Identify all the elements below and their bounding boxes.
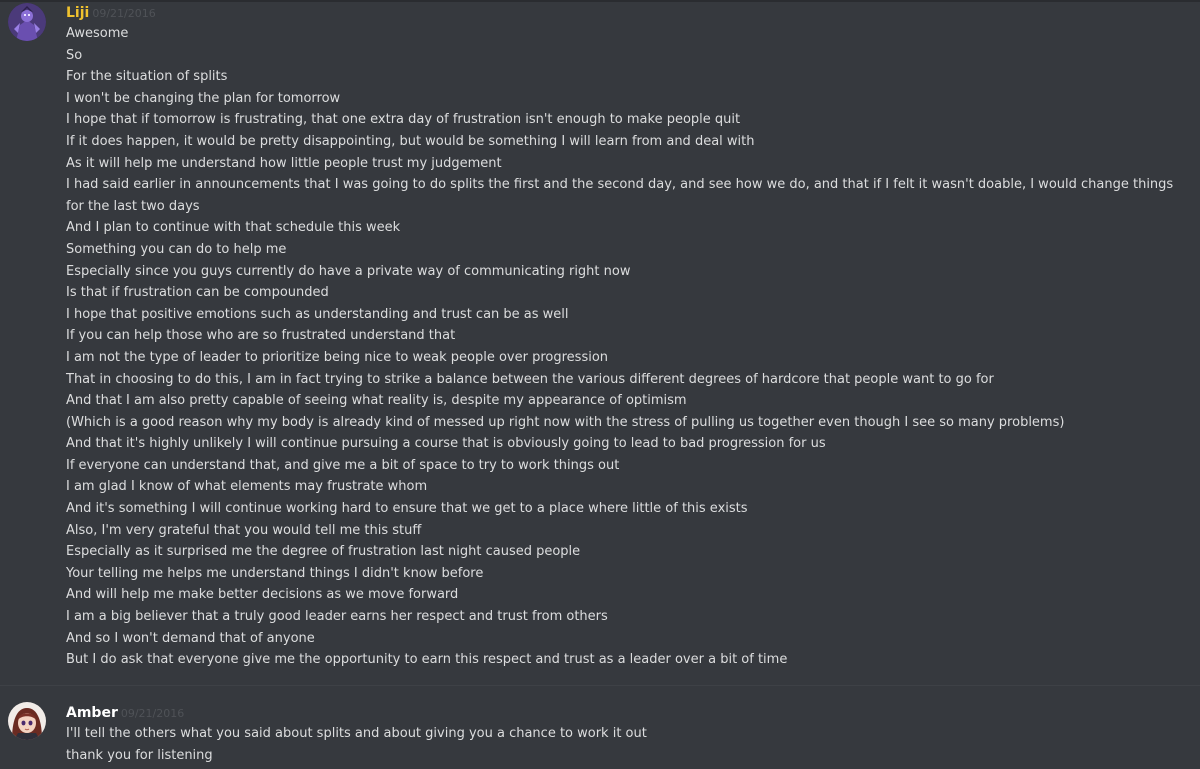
- message-lines: Awesome So For the situation of splits I wo…: [66, 23, 1186, 671]
- message-line: And that I am also pretty capable of see…: [66, 393, 687, 409]
- message-line: I hope that positive emotions such as un…: [66, 306, 569, 322]
- timestamp: 09/21/2016: [120, 707, 185, 720]
- message-line: Your telling me helps me understand thin…: [66, 565, 484, 581]
- message-line: I won't be changing the plan for tomorro…: [66, 90, 341, 106]
- message-line: I hope that if tomorrow is frustrating, …: [66, 112, 741, 128]
- message-line: So: [66, 47, 83, 63]
- message-line: And so I won't demand that of anyone: [66, 630, 315, 646]
- message-line: Especially as it surprised me the degree…: [66, 544, 581, 560]
- message-line: Also, I'm very grateful that you would t…: [66, 522, 422, 538]
- username-liji[interactable]: Liji: [66, 5, 89, 21]
- message-line: (Which is a good reason why my body is a…: [66, 414, 1065, 430]
- message-header: Liji 09/21/2016: [66, 2, 156, 22]
- message-divider: [0, 685, 1200, 686]
- message-line: For the situation of splits: [66, 69, 228, 85]
- message-line: I am not the type of leader to prioritiz…: [66, 349, 609, 365]
- message-line: And that it's highly unlikely I will con…: [66, 436, 826, 452]
- message-line: If you can help those who are so frustra…: [66, 328, 456, 344]
- message-line: And will help me make better decisions a…: [66, 587, 459, 603]
- message-line: And I plan to continue with that schedul…: [66, 220, 401, 236]
- message-lines: I'll tell the others what you said about…: [66, 723, 1186, 766]
- message-header: Amber 09/21/2016: [66, 702, 184, 722]
- message-line: I had said earlier in announcements that…: [66, 177, 1174, 214]
- message-line: Especially since you guys currently do h…: [66, 263, 631, 279]
- username-amber[interactable]: Amber: [66, 705, 118, 721]
- message-line: If it does happen, it would be pretty di…: [66, 133, 755, 149]
- message-line: thank you for listening: [66, 747, 213, 763]
- message-line: And it's something I will continue worki…: [66, 501, 748, 517]
- message-line: Something you can do to help me: [66, 241, 287, 257]
- message-line: I'll tell the others what you said about…: [66, 726, 647, 741]
- timestamp: 09/21/2016: [92, 7, 156, 20]
- message-line: Is that if frustration can be compounded: [66, 285, 329, 301]
- top-border: [0, 0, 1200, 2]
- message-line: I am glad I know of what elements may fr…: [66, 479, 428, 495]
- message-line: That in choosing to do this, I am in fac…: [66, 371, 994, 387]
- message-line: If everyone can understand that, and giv…: [66, 457, 620, 473]
- anime-girl-avatar-icon[interactable]: [8, 702, 46, 740]
- message-line: But I do ask that everyone give me the o…: [66, 652, 788, 668]
- message-line: Awesome: [66, 26, 129, 41]
- message-line: I am a big believer that a truly good le…: [66, 609, 608, 625]
- message-line: As it will help me understand how little…: [66, 155, 502, 171]
- purple-character-avatar-icon[interactable]: [8, 3, 46, 41]
